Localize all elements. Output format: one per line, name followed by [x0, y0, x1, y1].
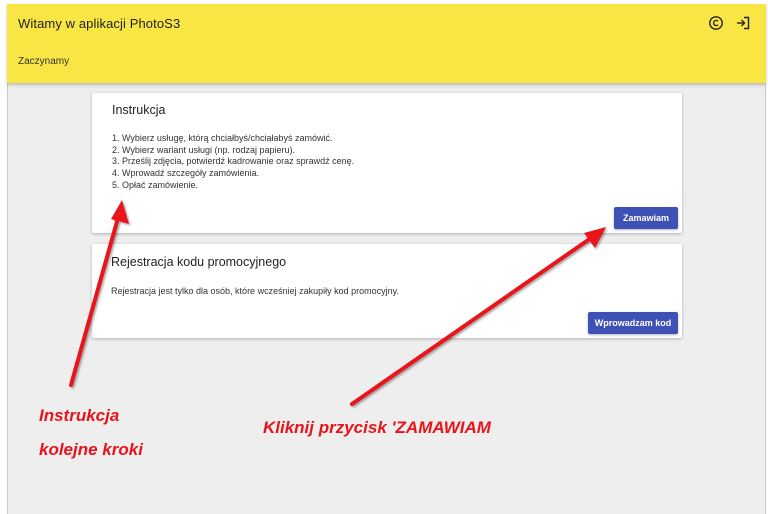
- enter-code-button[interactable]: Wprowadzam kod: [588, 312, 678, 334]
- order-button[interactable]: Zamawiam: [614, 207, 678, 229]
- page-subtitle: Zaczynamy: [18, 56, 70, 67]
- instruction-step: 2. Wybierz wariant usługi (np. rodzaj pa…: [112, 144, 296, 155]
- annotation-next-steps: kolejne kroki: [39, 440, 143, 459]
- annotation-click-order: Kliknij przycisk 'ZAMAWIAM: [263, 418, 491, 437]
- app-title: Witamy w aplikacji PhotoS3: [18, 16, 181, 31]
- instruction-card-title: Instrukcja: [112, 103, 166, 117]
- promo-code-card: Rejestracja kodu promocyjnego Rejestracj…: [92, 244, 682, 338]
- annotation-instruction: Instrukcja: [39, 406, 120, 425]
- app-header: Witamy w aplikacji PhotoS3 Zaczynamy: [7, 4, 766, 83]
- logout-icon[interactable]: [734, 14, 752, 32]
- copyright-icon[interactable]: [707, 14, 725, 32]
- instruction-step: 5. Opłać zamówienie.: [112, 179, 199, 190]
- promo-card-title: Rejestracja kodu promocyjnego: [111, 255, 287, 269]
- instruction-step: 3. Prześlij zdjęcia, potwierdź kadrowani…: [112, 156, 355, 167]
- instruction-step: 4. Wprowadź szczegóły zamówienia.: [112, 168, 260, 179]
- instruction-step: 1. Wybierz usługę, którą chciałbyś/chcia…: [112, 133, 333, 143]
- instruction-steps-list: 1. Wybierz usługę, którą chciałbyś/chcia…: [112, 133, 354, 192]
- app-window: Witamy w aplikacji PhotoS3 Zaczynamy Ins…: [0, 0, 768, 514]
- instruction-card: Instrukcja 1. Wybierz usługę, którą chci…: [92, 93, 682, 233]
- promo-card-text: Rejestracja jest tylko dla osób, które w…: [111, 286, 399, 296]
